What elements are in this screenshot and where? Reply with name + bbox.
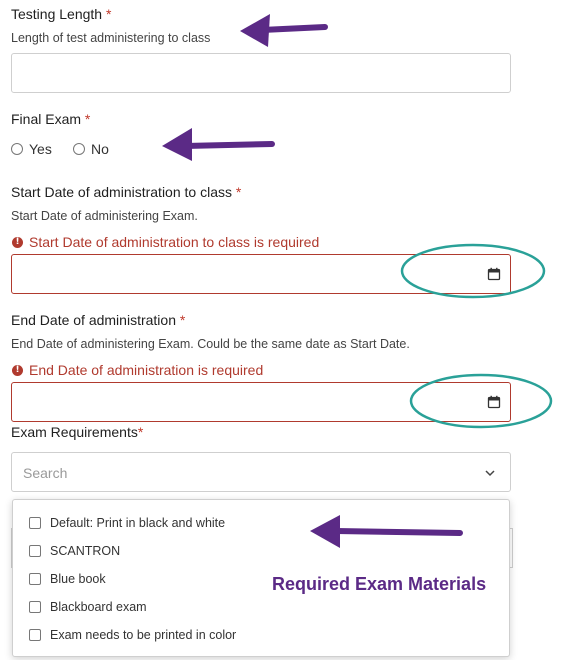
end-date-input[interactable] [11,382,511,422]
search-placeholder: Search [23,465,68,481]
required-mark: * [179,312,186,328]
start-date-help: Start Date of administering Exam. [11,209,198,223]
option-print-in-color[interactable]: Exam needs to be printed in color [29,628,236,642]
option-label: SCANTRON [50,544,121,558]
testing-length-label: Testing Length * [11,6,111,22]
calendar-icon[interactable] [487,267,501,281]
option-blue-book[interactable]: Blue book [29,572,106,586]
end-date-label: End Date of administration * [11,312,185,328]
checkbox[interactable] [29,629,41,641]
checkbox[interactable] [29,601,41,613]
radio-circle[interactable] [73,143,85,155]
end-date-error: ! End Date of administration is required [12,362,263,378]
testing-length-input[interactable] [11,53,511,93]
final-exam-no-radio[interactable]: No [73,141,109,157]
calendar-icon[interactable] [487,395,501,409]
exam-requirements-label: Exam Requirements* [11,424,143,440]
checkbox[interactable] [29,573,41,585]
option-label: Exam needs to be printed in color [50,628,237,642]
error-icon: ! [12,236,23,248]
end-date-error-text: End Date of administration is required [29,362,264,378]
final-exam-yes-radio[interactable]: Yes [11,141,52,157]
final-exam-label-text: Final Exam [11,111,82,127]
radio-label: No [91,141,109,157]
radio-circle[interactable] [11,143,23,155]
option-label: Default: Print in black and white [50,516,226,530]
error-icon: ! [12,364,23,376]
end-date-label-text: End Date of administration [11,312,176,328]
end-date-help: End Date of administering Exam. Could be… [11,337,410,351]
exam-requirements-label-text: Exam Requirements [11,424,138,440]
arrow-icon [162,128,275,161]
start-date-error-text: Start Date of administration to class is… [29,234,320,250]
testing-length-label-text: Testing Length [11,6,103,22]
option-default-black-white[interactable]: Default: Print in black and white [29,516,225,530]
option-label: Blue book [50,572,106,586]
required-mark: * [105,6,112,22]
radio-label: Yes [29,141,52,157]
required-mark: * [137,424,144,440]
option-label: Blackboard exam [50,600,147,614]
final-exam-label: Final Exam * [11,111,90,127]
required-mark: * [235,184,242,200]
start-date-label-text: Start Date of administration to class [11,184,232,200]
exam-requirements-select[interactable]: Search [11,452,511,492]
option-scantron[interactable]: SCANTRON [29,544,120,558]
start-date-input[interactable] [11,254,511,294]
annotation-text: Required Exam Materials [272,574,487,594]
checkbox[interactable] [29,517,41,529]
testing-length-help: Length of test administering to class [11,31,211,45]
start-date-label: Start Date of administration to class * [11,184,241,200]
checkbox[interactable] [29,545,41,557]
required-mark: * [84,111,91,127]
start-date-error: ! Start Date of administration to class … [12,234,319,250]
option-blackboard-exam[interactable]: Blackboard exam [29,600,147,614]
chevron-down-icon[interactable] [484,468,496,478]
arrow-icon [240,14,328,47]
